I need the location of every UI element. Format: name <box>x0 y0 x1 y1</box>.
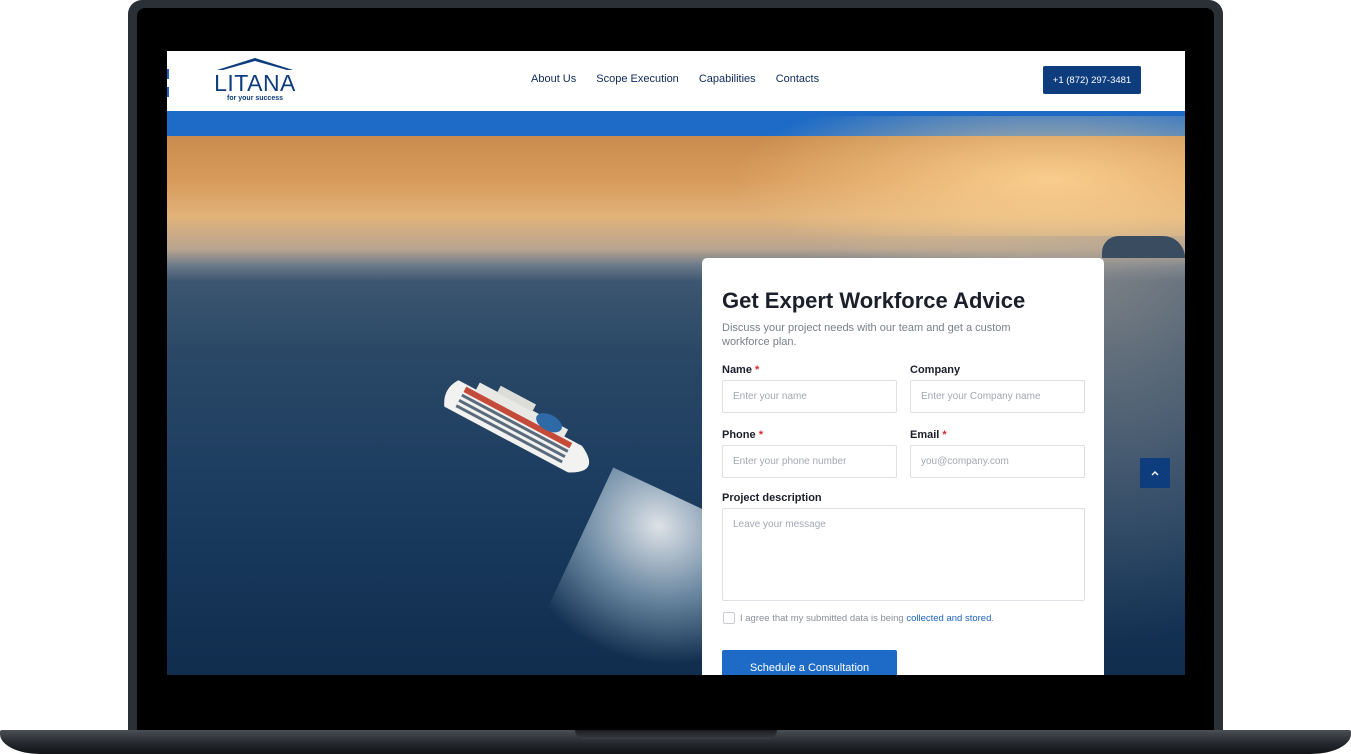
nav-scope-execution[interactable]: Scope Execution <box>596 73 679 85</box>
form-title: Get Expert Workforce Advice <box>722 288 1026 313</box>
schedule-consultation-button[interactable]: Schedule a Consultation <box>722 650 897 675</box>
required-mark: * <box>942 429 947 441</box>
required-mark: * <box>758 429 763 441</box>
name-label: Name * <box>722 364 759 376</box>
consent-text-main: I agree that my submitted data is being <box>740 613 907 624</box>
hero-background: Get Expert Workforce Advice Discuss your… <box>167 116 1185 675</box>
consultation-form-card: Get Expert Workforce Advice Discuss your… <box>702 258 1104 675</box>
phone-button[interactable]: +1 (872) 297-3481 <box>1043 66 1141 94</box>
nav-edge-marker <box>167 69 169 79</box>
laptop-notch <box>575 730 777 739</box>
required-mark: * <box>755 364 760 376</box>
phone-label-text: Phone <box>722 429 756 441</box>
consent-link[interactable]: collected and stored <box>906 613 991 624</box>
name-label-text: Name <box>722 364 752 376</box>
logo-tagline: for your success <box>226 95 284 102</box>
email-label-text: Email <box>910 429 940 441</box>
consent-suffix: . <box>991 613 995 624</box>
name-input[interactable] <box>722 380 897 413</box>
logo-text: LITANA <box>214 70 296 96</box>
nav-about-us[interactable]: About Us <box>531 73 576 85</box>
phone-label: Phone * <box>722 429 763 441</box>
company-label: Company <box>910 364 960 376</box>
nav-edge-marker <box>167 87 169 97</box>
consent-text: I agree that my submitted data is being … <box>740 613 994 624</box>
website-screen: LITANA for your success About Us Scope E… <box>167 51 1185 675</box>
site-logo[interactable]: LITANA for your success <box>213 56 297 106</box>
chevron-up-icon <box>1151 471 1159 476</box>
description-textarea[interactable] <box>722 508 1085 601</box>
company-label-text: Company <box>910 364 961 376</box>
distant-headland <box>1102 236 1185 258</box>
navbar: LITANA for your success About Us Scope E… <box>167 51 1185 111</box>
email-input[interactable] <box>910 445 1085 478</box>
nav-capabilities[interactable]: Capabilities <box>699 73 756 85</box>
cruise-ship-image <box>444 380 590 473</box>
scroll-to-top-button[interactable] <box>1140 458 1170 488</box>
description-label: Project description <box>722 492 822 504</box>
main-nav: About Us Scope Execution Capabilities Co… <box>531 73 819 85</box>
company-input[interactable] <box>910 380 1085 413</box>
phone-input[interactable] <box>722 445 897 478</box>
email-label: Email * <box>910 429 947 441</box>
nav-contacts[interactable]: Contacts <box>776 73 819 85</box>
form-subtitle: Discuss your project needs with our team… <box>722 322 1011 348</box>
consent-checkbox[interactable] <box>723 612 735 624</box>
